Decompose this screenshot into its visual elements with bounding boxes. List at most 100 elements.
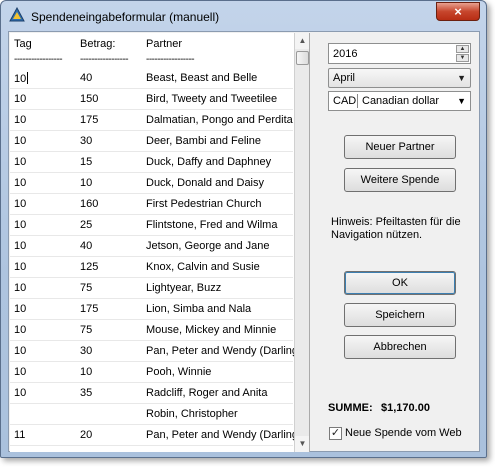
amount-cell: 10 <box>80 177 93 189</box>
separator-tag: ----------------- <box>14 54 63 64</box>
year-value[interactable]: 2016 <box>333 48 357 60</box>
app-logo-icon <box>9 6 25 23</box>
separator-betrag: ----------------- <box>80 54 129 64</box>
table-row[interactable]: 10 25 Flintstone, Fred and Wilma <box>10 215 293 236</box>
amount-cell: 20 <box>80 429 93 441</box>
table-row[interactable]: 10 150 Bird, Tweety and Tweetilee <box>10 89 293 110</box>
title-bar: Spendeneingabeformular (manuell) × <box>1 1 486 31</box>
table-row[interactable]: 10 75 Lightyear, Buzz <box>10 278 293 299</box>
partner-cell: Duck, Daffy and Daphney <box>146 156 272 168</box>
table-row[interactable]: 10 10 Duck, Donald and Daisy <box>10 173 293 194</box>
partner-cell: Knox, Calvin and Susie <box>146 261 260 273</box>
form-body: Tag Betrag: Partner ----------------- --… <box>8 31 480 452</box>
tag-cell: 10 <box>14 114 27 126</box>
header-separator: ----------------- ----------------- ----… <box>10 54 293 64</box>
chevron-down-icon[interactable]: ▼ <box>457 96 466 106</box>
chevron-down-icon[interactable]: ▼ <box>457 73 466 83</box>
partner-cell: Lightyear, Buzz <box>146 282 222 294</box>
column-header-partner: Partner <box>146 38 183 50</box>
list-scrollbar[interactable]: ▲ ▼ <box>294 33 309 452</box>
tag-cell: 10 <box>14 261 27 273</box>
web-donation-label[interactable]: Neue Spende vom Web <box>345 427 462 439</box>
donation-list[interactable]: Tag Betrag: Partner ----------------- --… <box>10 33 310 452</box>
tag-cell: 10 <box>14 282 27 294</box>
amount-cell: 125 <box>80 261 99 273</box>
save-button[interactable]: Speichern <box>344 303 456 327</box>
partner-cell: Pan, Peter and Wendy (Darling) <box>146 345 302 357</box>
currency-select[interactable]: CAD Canadian dollar ▼ <box>328 91 471 111</box>
column-header-tag: Tag <box>14 38 32 50</box>
table-row[interactable]: 10 175 Lion, Simba and Nala <box>10 299 293 320</box>
month-select[interactable]: April ▼ <box>328 68 471 88</box>
partner-cell: Deer, Bambi and Feline <box>146 135 261 147</box>
partner-cell: Beast, Beast and Belle <box>146 72 258 84</box>
partner-cell: Duck, Donald and Daisy <box>146 177 265 189</box>
tag-cell: 10 <box>14 93 27 105</box>
table-row[interactable]: 10 160 First Pedestrian Church <box>10 194 293 215</box>
partner-cell: Bird, Tweety and Tweetilee <box>146 93 278 105</box>
table-row[interactable]: 10 15 Duck, Daffy and Daphney <box>10 152 293 173</box>
table-row[interactable]: 10 30 Deer, Bambi and Feline <box>10 131 293 152</box>
partner-cell: First Pedestrian Church <box>146 198 262 210</box>
amount-cell: 25 <box>80 219 93 231</box>
amount-cell: 75 <box>80 324 93 336</box>
tag-cell: 10 <box>14 156 27 168</box>
month-value: April <box>333 72 356 84</box>
text-cursor <box>27 72 29 84</box>
scroll-down-icon[interactable]: ▼ <box>295 436 309 452</box>
currency-name: Canadian dollar <box>362 95 440 107</box>
spin-up-icon[interactable]: ▲ <box>456 45 469 53</box>
table-row[interactable]: 10 35 Radcliff, Roger and Anita <box>10 383 293 404</box>
amount-cell: 15 <box>80 156 93 168</box>
tag-cell: 10 <box>14 198 27 210</box>
partner-cell: Pooh, Winnie <box>146 366 212 378</box>
close-button[interactable]: × <box>436 2 480 21</box>
table-row[interactable]: 11 20 Pan, Peter and Wendy (Darling) <box>10 425 302 446</box>
table-row[interactable]: 10 175 Dalmatian, Pongo and Perdita <box>10 110 293 131</box>
amount-cell: 30 <box>80 345 93 357</box>
table-row[interactable]: 10 125 Knox, Calvin and Susie <box>10 257 293 278</box>
list-header: Tag Betrag: Partner <box>10 33 293 53</box>
year-spinner[interactable]: 2016 ▲ ▼ <box>328 43 471 64</box>
amount-cell: 40 <box>80 240 93 252</box>
cancel-button[interactable]: Abbrechen <box>344 335 456 359</box>
partner-cell: Robin, Christopher <box>146 408 238 420</box>
window-title: Spendeneingabeformular (manuell) <box>31 10 220 24</box>
table-row[interactable]: 10 40 Jetson, George and Jane <box>10 236 293 257</box>
app-window: Spendeneingabeformular (manuell) × Tag B… <box>0 0 487 458</box>
partner-cell: Dalmatian, Pongo and Perdita <box>146 114 293 126</box>
new-partner-button[interactable]: Neuer Partner <box>344 135 456 159</box>
table-row[interactable]: 10 30 Pan, Peter and Wendy (Darling) <box>10 341 302 362</box>
table-row[interactable]: 10 40 Beast, Beast and Belle <box>10 68 293 89</box>
amount-cell: 175 <box>80 303 99 315</box>
table-row[interactable]: 10 10 Pooh, Winnie <box>10 362 293 383</box>
more-donation-button[interactable]: Weitere Spende <box>344 168 456 192</box>
scroll-up-icon[interactable]: ▲ <box>295 33 309 49</box>
scroll-thumb[interactable] <box>296 51 309 65</box>
amount-cell: 160 <box>80 198 99 210</box>
column-header-betrag: Betrag: <box>80 38 116 50</box>
amount-cell: 75 <box>80 282 93 294</box>
table-row[interactable]: Robin, Christopher <box>10 404 293 425</box>
tag-cell: 10 <box>14 135 27 147</box>
tag-cell: 11 <box>14 429 26 441</box>
partner-cell: Radcliff, Roger and Anita <box>146 387 268 399</box>
ok-button[interactable]: OK <box>344 271 456 295</box>
partner-cell: Pan, Peter and Wendy (Darling) <box>146 429 302 441</box>
amount-cell: 10 <box>80 366 93 378</box>
tag-cell: 10 <box>14 303 27 315</box>
amount-cell: 30 <box>80 135 93 147</box>
amount-cell: 35 <box>80 387 93 399</box>
sum-value: $1,170.00 <box>381 402 430 414</box>
web-donation-checkbox[interactable]: ✓ <box>329 427 342 440</box>
table-row[interactable]: 10 75 Mouse, Mickey and Minnie <box>10 320 293 341</box>
separator-partner: ----------------- <box>146 54 195 64</box>
spin-down-icon[interactable]: ▼ <box>456 54 469 62</box>
amount-cell: 150 <box>80 93 99 105</box>
tag-cell: 10 <box>14 324 27 336</box>
navigation-hint: Hinweis: Pfeiltasten für die Navigation … <box>331 216 461 241</box>
partner-cell: Jetson, George and Jane <box>146 240 270 252</box>
tag-cell: 10 <box>14 366 27 378</box>
tag-cell: 10 <box>14 345 27 357</box>
tag-cell: 10 <box>14 219 27 231</box>
